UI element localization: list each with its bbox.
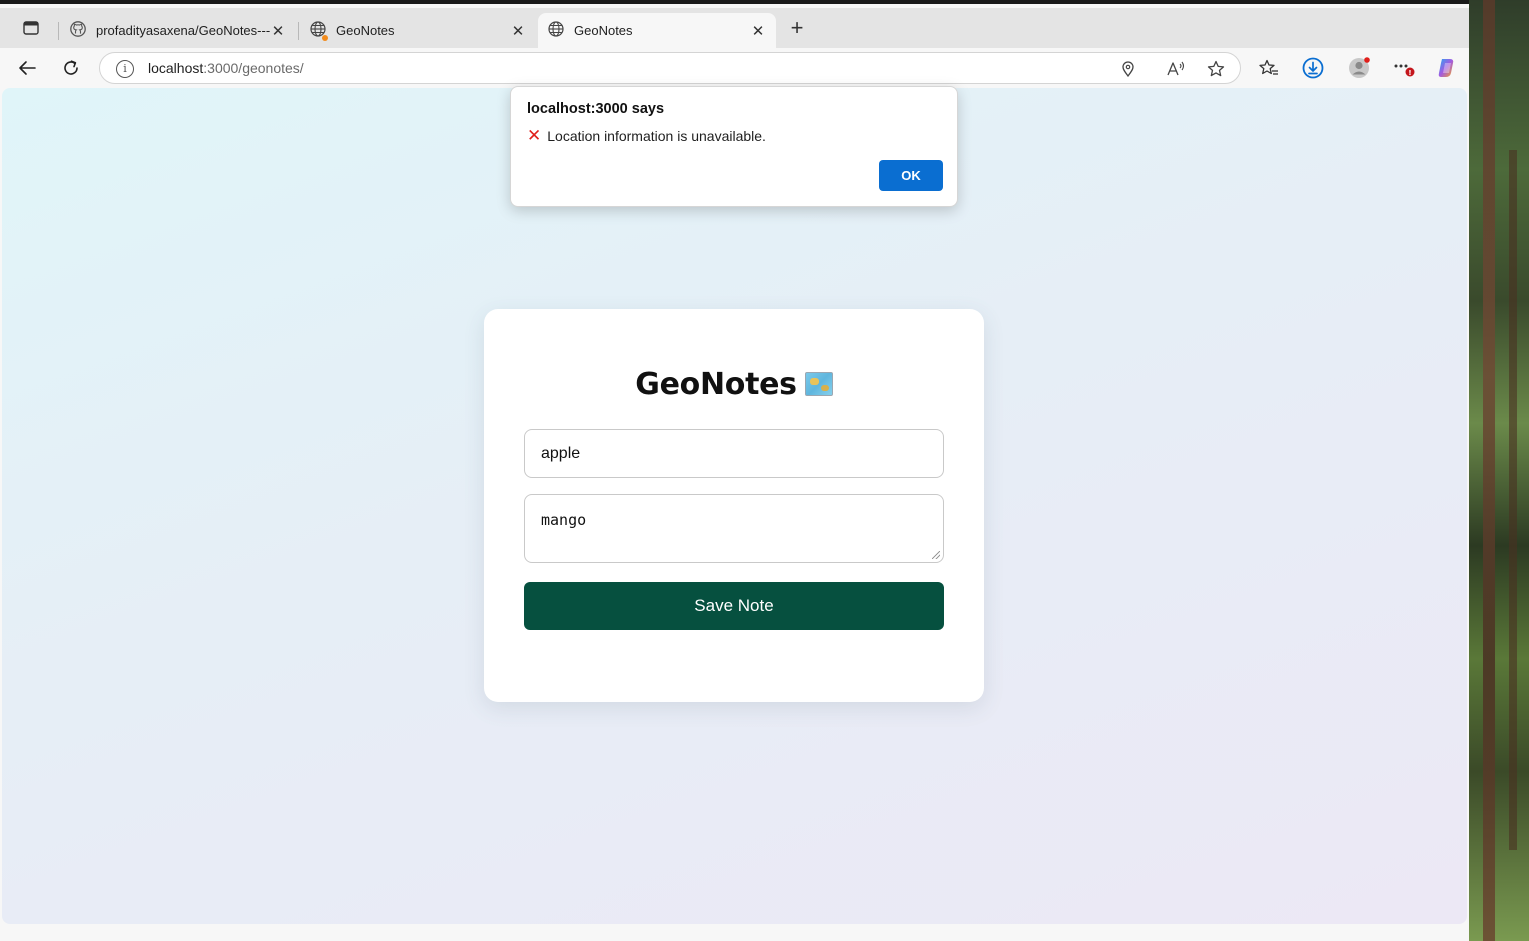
github-icon (70, 21, 86, 40)
tab-github[interactable]: profadityasaxena/GeoNotes---I ✕ (60, 13, 296, 48)
alert-message-row: ✕ Location information is unavailable. (527, 126, 766, 145)
alert-message: Location information is unavailable. (547, 128, 766, 144)
browser-window: profadityasaxena/GeoNotes---I ✕ GeoNotes… (0, 0, 1469, 941)
notification-dot-icon (322, 35, 328, 41)
favorites-icon[interactable] (1257, 56, 1281, 80)
alert-title: localhost:3000 says (527, 101, 665, 117)
more-options-icon[interactable]: ! (1393, 56, 1417, 80)
tab-strip: profadityasaxena/GeoNotes---I ✕ GeoNotes… (0, 8, 1469, 48)
note-title-value: apple (541, 445, 581, 462)
tab-separator (298, 22, 299, 40)
globe-icon (310, 21, 328, 41)
globe-icon (548, 21, 564, 40)
site-info-icon[interactable]: i (116, 60, 134, 78)
error-x-icon: ✕ (527, 126, 542, 145)
url-text[interactable]: localhost:3000/geonotes/ (148, 60, 304, 76)
alert-dialog: localhost:3000 says ✕ Location informati… (510, 86, 958, 207)
svg-text:!: ! (1408, 69, 1411, 77)
desktop-wallpaper (1469, 0, 1529, 941)
tab-actions-icon[interactable] (18, 18, 44, 38)
tab-title: profadityasaxena/GeoNotes---I (96, 23, 270, 38)
ok-button[interactable]: OK (879, 160, 943, 191)
tab-title: GeoNotes (336, 23, 395, 38)
tab-geonotes-active[interactable]: GeoNotes ✕ (538, 13, 776, 48)
back-icon[interactable] (15, 56, 39, 80)
copilot-icon[interactable] (1435, 56, 1459, 80)
address-bar[interactable]: i localhost:3000/geonotes/ (99, 52, 1241, 84)
note-content-textarea[interactable]: mango (524, 494, 944, 563)
resize-handle-icon[interactable] (932, 551, 940, 559)
geonotes-card: GeoNotes apple mango Save Note (484, 309, 984, 702)
tab-separator (58, 22, 59, 40)
url-host: localhost (148, 60, 204, 76)
note-content-value: mango (541, 511, 587, 529)
world-map-icon (804, 372, 833, 396)
save-note-button[interactable]: Save Note (524, 582, 944, 630)
favorite-star-icon[interactable] (1206, 59, 1226, 79)
downloads-icon[interactable] (1301, 56, 1325, 80)
note-title-input[interactable]: apple (524, 429, 944, 478)
page-title: GeoNotes (484, 367, 984, 402)
location-pin-icon[interactable] (1118, 59, 1138, 79)
close-icon[interactable]: ✕ (750, 23, 766, 40)
new-tab-icon[interactable]: + (786, 17, 808, 40)
url-path: :3000/geonotes/ (203, 60, 304, 76)
read-aloud-icon[interactable] (1166, 59, 1186, 79)
close-icon[interactable]: ✕ (510, 23, 526, 40)
profile-avatar-icon[interactable] (1347, 56, 1371, 80)
window-bottom-edge (0, 924, 1469, 941)
reload-icon[interactable] (59, 56, 83, 80)
close-icon[interactable]: ✕ (270, 23, 286, 40)
tab-title: GeoNotes (574, 23, 633, 38)
tab-geonotes-1[interactable]: GeoNotes ✕ (300, 13, 536, 48)
page-viewport: GeoNotes apple mango Save Note (2, 88, 1467, 924)
app-title: GeoNotes (635, 367, 797, 402)
browser-toolbar: i localhost:3000/geonotes/ ! (0, 48, 1469, 88)
